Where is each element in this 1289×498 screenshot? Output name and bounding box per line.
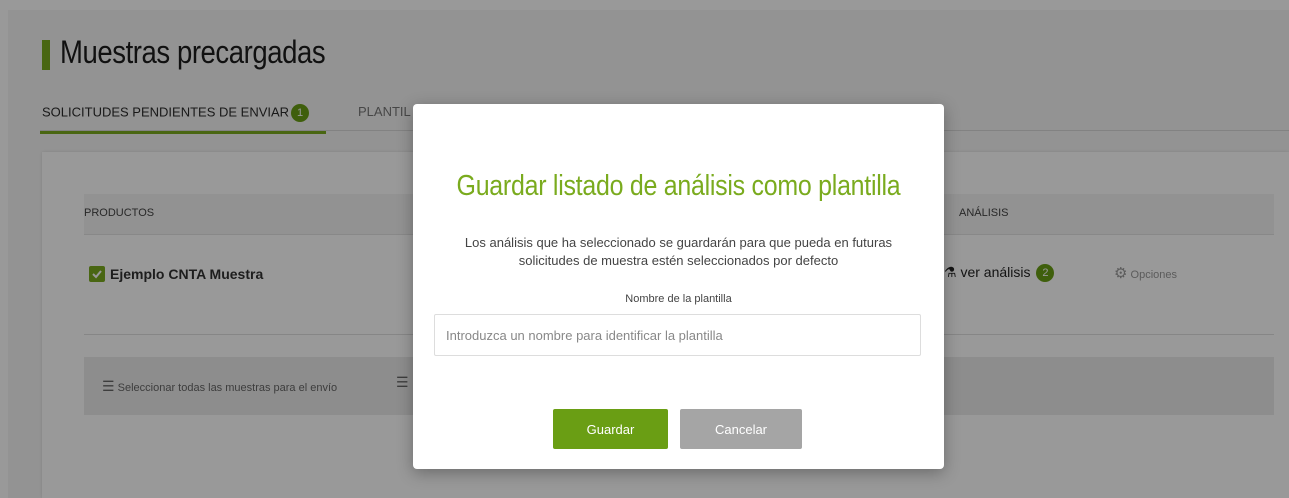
- dialog-description: Los análisis que ha seleccionado se guar…: [413, 234, 944, 270]
- description-line-2: solicitudes de muestra estén seleccionad…: [518, 253, 839, 268]
- dialog-title: Guardar listado de análisis como plantil…: [456, 170, 901, 202]
- save-template-dialog: Guardar listado de análisis como plantil…: [413, 104, 944, 469]
- template-name-input[interactable]: [434, 314, 921, 356]
- cancel-button[interactable]: Cancelar: [680, 409, 802, 449]
- template-name-label: Nombre de la plantilla: [625, 293, 732, 305]
- app-root: Muestras precargadas SOLICITUDES PENDIEN…: [0, 0, 1289, 498]
- description-line-1: Los análisis que ha seleccionado se guar…: [464, 235, 893, 250]
- save-button[interactable]: Guardar: [553, 409, 668, 449]
